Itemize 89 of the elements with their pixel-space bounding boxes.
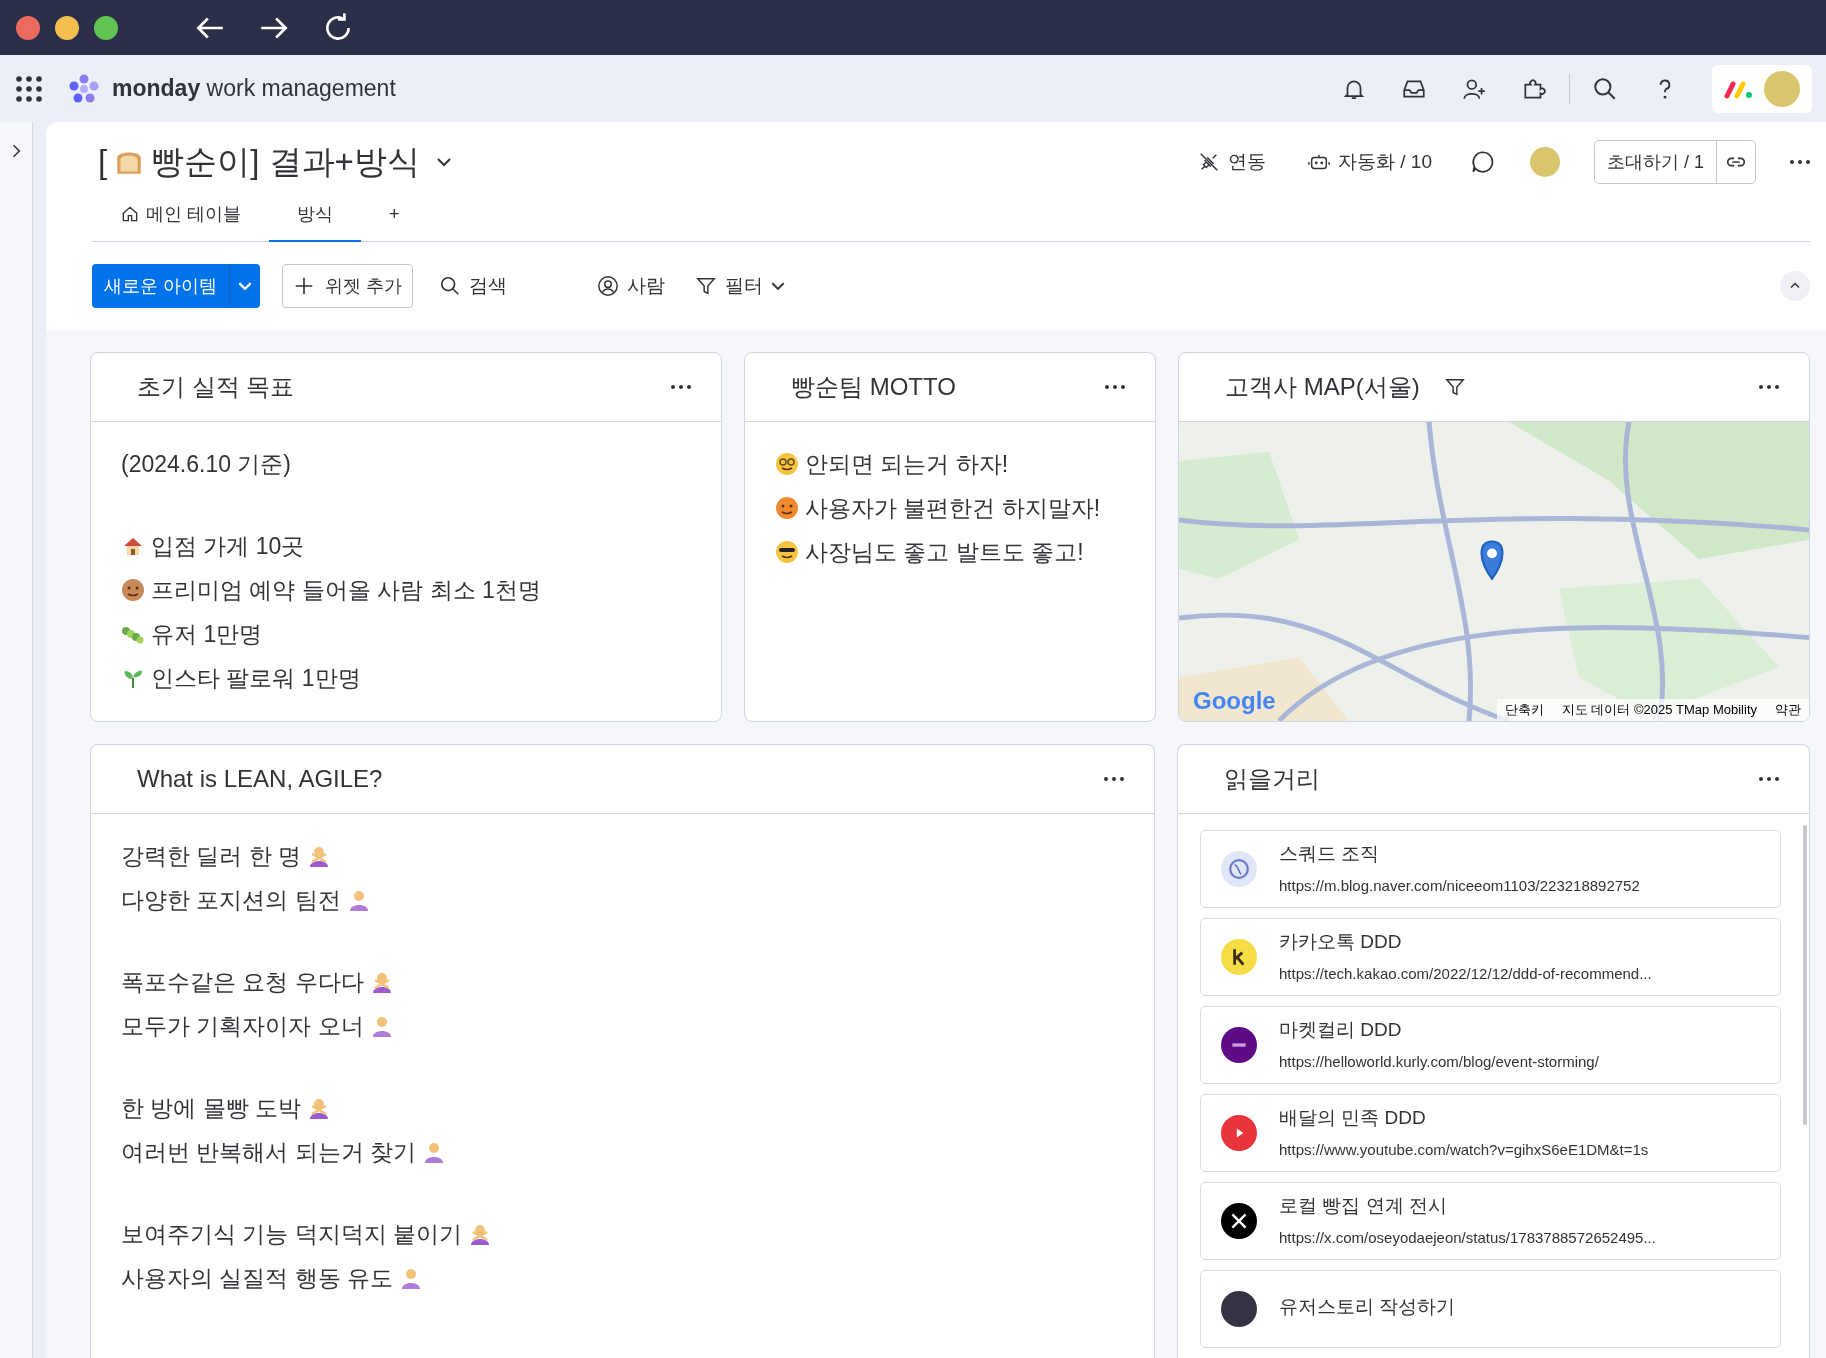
bracket-text: [ [98,143,108,181]
filter-button[interactable]: 필터 [691,269,790,303]
view-tab[interactable]: + [361,192,428,242]
link-title: 마켓컬리 DDD [1279,1017,1403,1042]
search-icon[interactable] [1592,75,1618,102]
map-attribution-link[interactable]: 단축키 [1504,701,1544,719]
goal-text: 인스타 팔로워 1만명 [151,663,361,693]
lean-text: 다양한 포지션의 팀전 [121,885,341,915]
more-options-icon[interactable] [1759,777,1779,781]
map-attribution-link[interactable]: 약관 [1775,701,1801,719]
link-title: 카카오톡 DDD [1279,929,1403,954]
map-provider-logo: Google [1193,687,1276,715]
new-item-button[interactable]: 새로운 아이템 [92,264,229,308]
goal-text: 프리미엄 예약 들어올 사람 최소 1천명 [151,575,541,605]
motto-text: 안되면 되는거 하자! [805,449,1009,479]
widget-title: What is LEAN, AGILE? [137,765,384,793]
widget-title: 고객사 MAP(서울) [1225,372,1420,402]
lean-text: 폭포수같은 요청 우다다 [121,967,364,997]
widget-title: 읽을거리 [1224,764,1320,794]
caret-down-icon [771,282,786,290]
link-card[interactable]: 마켓컬리 DDD https://helloworld.kurly.com/blog/event-storming/ [1200,1006,1781,1084]
link-card[interactable]: 배달의 민족 DDD https://www.youtube.com/watch?v=gihxS6eE1DM&t=1s [1200,1094,1781,1172]
x-favicon-icon [1221,1203,1257,1239]
lean-text: 모두가 기획자이자 오너 [121,1011,364,1041]
link-card[interactable]: 로컬 빵집 연계 전시 https://x.com/oseyodaejeon/status/1783788572652495... [1200,1182,1781,1260]
plus-icon [293,275,315,297]
more-options-icon[interactable] [1105,385,1125,389]
link-url: https://helloworld.kurly.com/blog/event-storming/ [1279,1052,1599,1070]
expand-chevron-icon[interactable] [11,142,21,160]
maximize-window-icon[interactable] [94,15,118,40]
board-title: 빵순이] 결과+방식 [151,141,420,182]
link-title: 로컬 빵집 연계 전시 [1279,1193,1448,1218]
lean-text: 한 방에 몰빵 도박 [121,1093,302,1123]
monkey-emoji-icon [121,578,145,602]
motto-text: 사장님도 좋고 발트도 좋고! [805,537,1084,567]
plug-icon [1198,151,1220,173]
add-widget-button[interactable]: 위젯 추가 [282,264,414,308]
more-options-icon[interactable] [1790,160,1810,164]
caret-down-icon [238,282,252,290]
person-circle-icon [597,275,620,297]
search-button[interactable]: 검색 [435,269,512,303]
person-filter-button[interactable]: 사람 [593,269,670,303]
motto-text: 사용자가 불편한건 하지말자! [805,493,1101,523]
lean-text: 보여주기식 기능 덕지덕지 붙이기 [121,1219,463,1249]
more-options-icon[interactable] [1104,777,1124,781]
account-switcher[interactable] [1712,64,1812,113]
link-title: 유저스토리 작성하기 [1279,1295,1456,1319]
goal-text: 유저 1만명 [151,619,263,649]
sunglasses-emoji-icon [775,540,799,564]
more-options-icon[interactable] [1759,385,1779,389]
funnel-icon[interactable] [1443,376,1466,398]
apps-grid-icon[interactable] [14,73,44,104]
lean-text: 강력한 딜러 한 명 [121,841,302,871]
invite-button[interactable]: 초대하기 / 1 [1595,141,1717,183]
goal-text: 입점 가게 10곳 [151,531,305,561]
product-mark-icon [1724,78,1754,99]
nerd-emoji-icon [775,452,799,476]
integrate-button[interactable]: 연동 [1194,145,1270,179]
funnel-icon [695,275,718,297]
link-url: https://www.youtube.com/watch?v=gihxS6eE1DM&t=1s [1279,1140,1649,1158]
view-tab[interactable]: 메인 테이블 [92,192,269,242]
widget-title: 빵순팀 MOTTO [791,372,957,402]
app-brand-name: monday work management [112,75,396,102]
link-card[interactable]: 유저스토리 작성하기 [1200,1270,1781,1348]
link-title: 배달의 민족 DDD [1279,1105,1427,1130]
link-url: https://x.com/oseyodaejeon/status/1783788572652495... [1279,1228,1656,1246]
link-url: https://m.blog.naver.com/niceeom1103/223218892752 [1279,876,1640,894]
youtube-favicon-icon [1221,1115,1257,1151]
home-icon [120,204,140,224]
lean-text: 사용자의 실질적 행동 유도 [121,1263,394,1293]
link-card[interactable]: 카카오톡 DDD https://tech.kakao.com/2022/12/12/ddd-of-recommend... [1200,918,1781,996]
search-icon [439,275,462,297]
widget-title: 초기 실적 목표 [137,372,296,402]
link-url: https://tech.kakao.com/2022/12/12/ddd-of-recommend... [1279,964,1652,982]
scrollbar-thumb[interactable] [1803,825,1807,1125]
date-note: (2024.6.10 기준) [121,449,293,479]
automate-button[interactable]: 자동화 / 10 [1304,145,1436,179]
view-tab[interactable]: 방식 [269,192,361,242]
link-title: 스쿼드 조직 [1279,841,1381,866]
more-options-icon[interactable] [671,385,691,389]
minimize-window-icon[interactable] [55,15,79,40]
map-attribution-link[interactable]: 지도 데이터 ©2025 TMap Mobility [1561,701,1757,719]
close-window-icon[interactable] [16,15,40,40]
link-card[interactable]: 스쿼드 조직 https://m.blog.naver.com/niceeom1103/223218892752 [1200,830,1781,908]
kakao-favicon-icon [1221,939,1257,975]
dark-favicon-icon [1221,1291,1257,1327]
lean-text: 여러번 반복해서 되는거 찾기 [121,1137,417,1167]
chat-bubble-icon[interactable] [1470,149,1496,175]
new-item-dropdown-button[interactable] [229,264,260,308]
